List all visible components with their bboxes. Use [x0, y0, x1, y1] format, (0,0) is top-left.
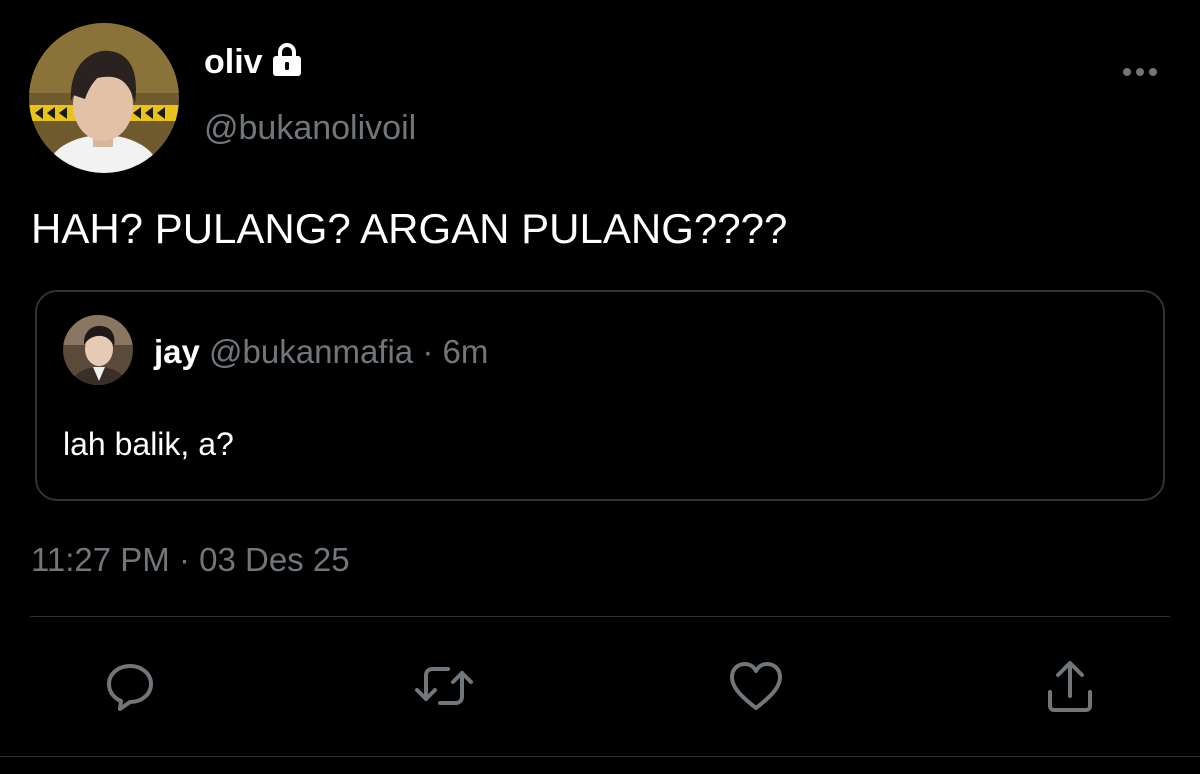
more-options-icon[interactable] — [1118, 64, 1162, 80]
quoted-author-avatar[interactable] — [63, 315, 133, 385]
reply-icon — [103, 659, 157, 713]
tweet-text: HAH? PULANG? ARGAN PULANG???? — [31, 205, 788, 252]
quoted-author-name[interactable]: jay — [154, 333, 200, 370]
heart-icon — [728, 660, 784, 712]
bottom-divider — [0, 756, 1200, 757]
divider — [30, 616, 1170, 617]
author-display-name[interactable]: oliv — [204, 42, 303, 82]
quoted-tweet-text: lah balik, a? — [63, 426, 234, 462]
author-handle[interactable]: @bukanolivoil — [204, 108, 416, 148]
retweet-icon — [414, 659, 474, 713]
author-name-text: oliv — [204, 43, 263, 81]
author-avatar[interactable] — [29, 23, 179, 173]
quoted-tweet-header: jay @bukanmafia · 6m — [154, 332, 488, 372]
share-icon — [1044, 658, 1096, 714]
quoted-tweet-card[interactable]: jay @bukanmafia · 6m lah balik, a? — [35, 290, 1165, 501]
lock-icon — [271, 42, 303, 78]
quoted-author-meta: @bukanmafia · 6m — [209, 333, 489, 370]
retweet-button[interactable] — [414, 658, 474, 714]
share-button[interactable] — [1042, 658, 1098, 714]
like-button[interactable] — [728, 658, 784, 714]
reply-button[interactable] — [102, 658, 158, 714]
tweet-timestamp[interactable]: 11:27 PM · 03 Des 25 — [31, 540, 350, 580]
